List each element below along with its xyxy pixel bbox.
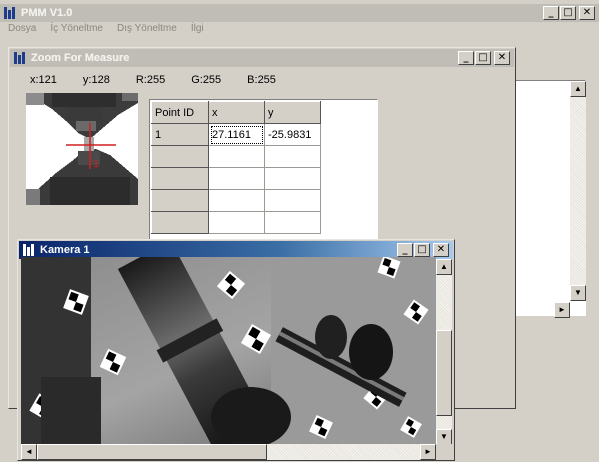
scroll-right-button[interactable]: ► [554, 302, 570, 318]
table-header-row: Point ID x y [151, 101, 321, 124]
row-point-id[interactable]: 1 [151, 123, 209, 146]
camera-image[interactable] [21, 257, 436, 444]
menu-ilgi[interactable]: İlgi [191, 23, 204, 39]
row-point-id[interactable] [151, 167, 209, 190]
camera-minimize-button[interactable]: _ [397, 243, 413, 257]
menu-dis-yoneltme[interactable]: Dış Yöneltme [117, 23, 177, 39]
size-grip[interactable] [436, 444, 452, 460]
zoom-minimize-button[interactable]: _ [458, 51, 474, 65]
table-row[interactable] [151, 189, 321, 212]
main-close-button[interactable]: ✕ [579, 6, 595, 20]
main-minimize-button[interactable]: _ [543, 6, 559, 20]
zoom-window-icon [13, 51, 27, 65]
camera-vertical-scrollbar[interactable]: ▲ ▼ [436, 259, 452, 445]
main-maximize-button[interactable]: □ [560, 6, 576, 20]
zoom-close-button[interactable]: ✕ [494, 51, 510, 65]
camera-scroll-down-button[interactable]: ▼ [436, 429, 452, 445]
background-vertical-scrollbar[interactable]: ▲ ▼ [570, 81, 586, 301]
camera-maximize-button[interactable]: □ [414, 243, 430, 257]
pixel-y: y:128 [82, 74, 110, 86]
pixel-x: x:121 [30, 74, 57, 86]
row-x-cell[interactable] [208, 145, 265, 168]
camera-close-button[interactable]: ✕ [433, 243, 449, 257]
row-x-cell[interactable] [208, 167, 265, 190]
main-window-title: PMM V1.0 [21, 7, 73, 19]
table-row[interactable] [151, 145, 321, 168]
row-point-id[interactable] [151, 145, 209, 168]
pixel-g: G:255 [191, 74, 222, 86]
zoom-maximize-button[interactable]: □ [475, 51, 491, 65]
camera-horizontal-scrollbar[interactable]: ◄ ► [21, 444, 436, 460]
main-title-bar[interactable]: PMM V1.0 _ □ ✕ [0, 4, 599, 22]
pixel-r: R:255 [135, 74, 166, 86]
zoom-title-bar[interactable]: Zoom For Measure _ □ ✕ [10, 49, 514, 67]
camera-vertical-thumb[interactable] [436, 330, 452, 416]
row-x-cell[interactable]: 27.1161 [208, 123, 265, 146]
table-row[interactable] [151, 211, 321, 234]
row-y-cell[interactable] [264, 211, 321, 234]
crosshair-label: 1 [93, 158, 100, 170]
pixel-info: x:121 y:128 R:255 G:255 B:255 [30, 74, 302, 86]
camera-scroll-up-button[interactable]: ▲ [436, 259, 452, 275]
header-x[interactable]: x [208, 101, 265, 124]
row-y-cell[interactable] [264, 145, 321, 168]
header-y[interactable]: y [264, 101, 321, 124]
row-x-cell[interactable] [208, 211, 265, 234]
header-point-id[interactable]: Point ID [151, 101, 209, 124]
scroll-up-button[interactable]: ▲ [570, 81, 586, 97]
row-point-id[interactable] [151, 189, 209, 212]
table-row[interactable] [151, 167, 321, 190]
app-icon [3, 6, 17, 20]
row-y-cell[interactable] [264, 189, 321, 212]
camera-window-title: Kamera 1 [40, 244, 90, 256]
camera-scroll-right-button[interactable]: ► [420, 444, 436, 460]
menu-dosya[interactable]: Dosya [8, 23, 36, 39]
camera-window-icon [22, 243, 36, 257]
menu-bar: Dosya İç Yöneltme Dış Yöneltme İlgi [0, 23, 599, 39]
camera-horizontal-thumb[interactable] [37, 444, 267, 460]
zoom-preview-image[interactable]: 1 [26, 93, 138, 205]
scroll-down-button[interactable]: ▼ [570, 285, 586, 301]
row-y-cell[interactable] [264, 167, 321, 190]
table-row[interactable]: 1 27.1161 -25.9831 [151, 123, 321, 146]
menu-ic-yoneltme[interactable]: İç Yöneltme [50, 23, 103, 39]
row-x-cell[interactable] [208, 189, 265, 212]
zoom-window-title: Zoom For Measure [31, 52, 130, 64]
camera-scroll-left-button[interactable]: ◄ [21, 444, 37, 460]
row-y-cell[interactable]: -25.9831 [264, 123, 321, 146]
pixel-b: B:255 [247, 74, 276, 86]
points-table: Point ID x y 1 27.1161 -25.9831 [151, 101, 321, 234]
row-point-id[interactable] [151, 211, 209, 234]
